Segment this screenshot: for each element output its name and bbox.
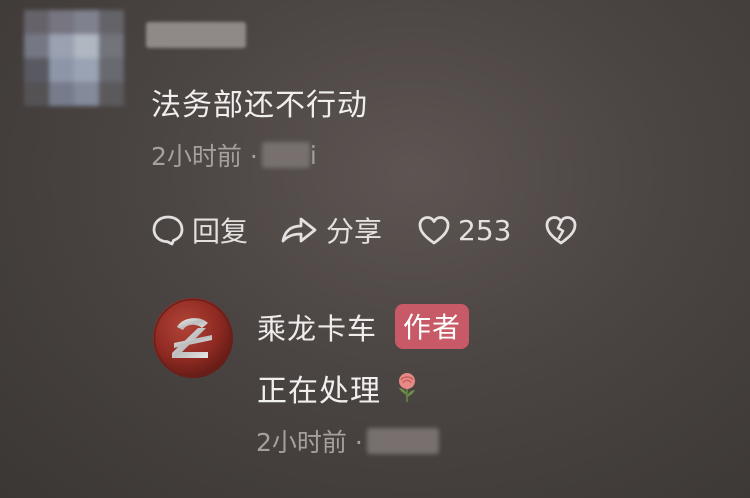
like-count: 253 bbox=[458, 213, 512, 247]
rose-emoji-icon bbox=[399, 373, 415, 402]
reply-header: 乘龙卡车 作者 bbox=[257, 304, 470, 349]
reply-avatar[interactable] bbox=[152, 297, 234, 379]
reply-text: 正在处理 bbox=[257, 374, 381, 409]
reply-label: 回复 bbox=[192, 215, 249, 248]
speech-bubble-icon bbox=[152, 215, 184, 246]
share-label: 分享 bbox=[326, 215, 383, 248]
heart-outline-icon bbox=[418, 216, 450, 245]
comment-location-blurred bbox=[261, 142, 310, 168]
comment-location-trail: i bbox=[309, 140, 317, 170]
share-arrow-icon bbox=[281, 217, 317, 243]
like-button[interactable]: 253 bbox=[416, 212, 511, 248]
comment-actions: 回复 分享 253 bbox=[150, 210, 579, 250]
commenter-avatar-pixelated[interactable] bbox=[24, 10, 124, 106]
author-badge: 作者 bbox=[395, 304, 470, 349]
commenter-username-blurred[interactable] bbox=[146, 22, 246, 48]
comment-meta: 2小时前 · i bbox=[151, 137, 317, 173]
broken-heart-icon bbox=[546, 216, 577, 245]
reply-meta: 2小时前 · bbox=[256, 423, 439, 459]
reply-location-blurred bbox=[366, 428, 439, 454]
reply-author-name[interactable]: 乘龙卡车 bbox=[257, 306, 377, 348]
comment-time: 2小时前 · bbox=[151, 142, 258, 171]
reply-button[interactable]: 回复 bbox=[150, 210, 248, 250]
reply-text-row: 正在处理 bbox=[257, 366, 421, 410]
share-button[interactable]: 分享 bbox=[278, 210, 382, 250]
comment-text: 法务部还不行动 bbox=[151, 88, 368, 123]
dislike-button[interactable] bbox=[543, 212, 579, 248]
reply-time: 2小时前 · bbox=[256, 428, 363, 457]
